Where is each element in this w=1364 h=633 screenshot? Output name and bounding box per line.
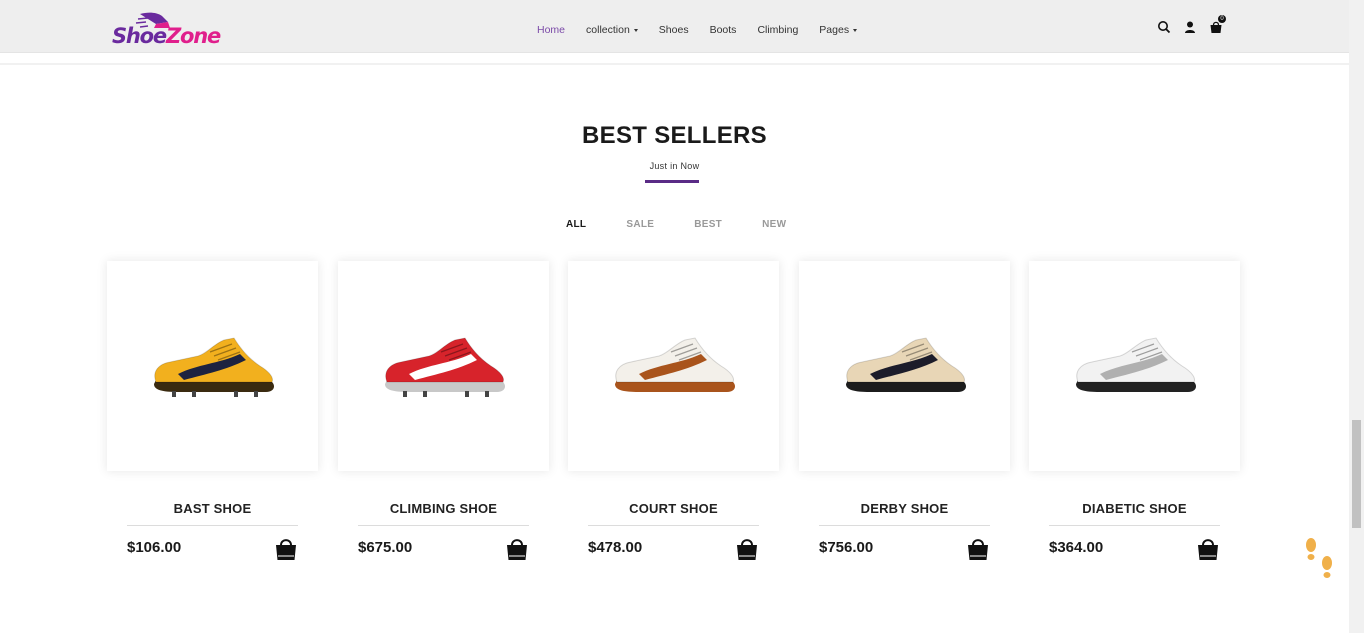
product-divider	[588, 525, 759, 526]
add-to-cart-icon[interactable]	[505, 537, 529, 561]
product-image[interactable]	[799, 261, 1010, 471]
chevron-down-icon	[853, 28, 858, 32]
section-subtitle: Just in Now	[649, 161, 700, 171]
filter-new[interactable]: NEW	[762, 219, 786, 230]
product-card[interactable]: COURT SHOE $478.00	[568, 261, 779, 560]
product-name[interactable]: DERBY SHOE	[799, 501, 1010, 516]
shoe-image-icon	[1075, 337, 1196, 392]
product-divider	[819, 525, 990, 526]
main-nav: Home collection Shoes Boots Climbing Pag…	[537, 24, 878, 36]
chevron-down-icon	[633, 28, 638, 32]
nav-pages[interactable]: Pages	[819, 24, 858, 36]
cart-count-badge: 0	[1218, 15, 1226, 23]
filter-sale[interactable]: SALE	[626, 219, 654, 230]
section-title: BEST SELLERS	[582, 122, 767, 149]
shoe-image-icon	[614, 337, 735, 392]
product-price: $756.00	[819, 539, 874, 556]
header-divider	[0, 63, 1349, 65]
nav-home[interactable]: Home	[537, 24, 565, 36]
filter-best[interactable]: BEST	[694, 219, 722, 230]
product-card[interactable]: DERBY SHOE $756.00	[799, 261, 1010, 560]
section-underline	[645, 180, 699, 183]
nav-boots[interactable]: Boots	[710, 24, 737, 36]
add-to-cart-icon[interactable]	[274, 537, 298, 561]
add-to-cart-icon[interactable]	[735, 537, 759, 561]
product-image[interactable]	[107, 261, 318, 471]
product-image[interactable]	[568, 261, 779, 471]
product-price: $478.00	[588, 539, 643, 556]
add-to-cart-icon[interactable]	[1196, 537, 1220, 561]
product-card[interactable]: BAST SHOE $106.00	[107, 261, 318, 560]
shoe-image-icon	[153, 337, 274, 397]
nav-collection[interactable]: collection	[586, 24, 638, 36]
product-price: $106.00	[127, 539, 182, 556]
product-price: $675.00	[358, 539, 413, 556]
logo-text: ShoeZone	[112, 24, 221, 48]
product-image[interactable]	[338, 261, 549, 471]
scrollbar-thumb[interactable]	[1352, 420, 1361, 528]
filter-all[interactable]: ALL	[566, 219, 586, 230]
product-divider	[1049, 525, 1220, 526]
cart-icon[interactable]: 0	[1209, 15, 1226, 34]
add-to-cart-icon[interactable]	[966, 537, 990, 561]
nav-shoes[interactable]: Shoes	[659, 24, 689, 36]
header-icons: 0	[1157, 15, 1235, 34]
product-image[interactable]	[1029, 261, 1240, 471]
product-card[interactable]: CLIMBING SHOE $675.00	[338, 261, 549, 560]
site-header: ShoeZone Home collection Shoes Boots Cli…	[0, 0, 1349, 53]
product-price: $364.00	[1049, 539, 1104, 556]
product-divider	[358, 525, 529, 526]
shoezone-logo[interactable]: ShoeZone	[112, 10, 242, 50]
shoe-image-icon	[845, 337, 966, 392]
footprints-icon[interactable]	[1302, 535, 1336, 585]
product-name[interactable]: COURT SHOE	[568, 501, 779, 516]
user-icon[interactable]	[1183, 20, 1197, 34]
nav-climbing[interactable]: Climbing	[757, 24, 798, 36]
product-divider	[127, 525, 298, 526]
product-name[interactable]: BAST SHOE	[107, 501, 318, 516]
product-name[interactable]: CLIMBING SHOE	[338, 501, 549, 516]
page-scrollbar[interactable]	[1349, 0, 1364, 633]
search-icon[interactable]	[1157, 20, 1171, 34]
shoe-image-icon	[384, 337, 505, 397]
product-name[interactable]: DIABETIC SHOE	[1029, 501, 1240, 516]
product-card[interactable]: DIABETIC SHOE $364.00	[1029, 261, 1240, 560]
product-filter-tabs: ALL SALE BEST NEW	[566, 219, 826, 230]
